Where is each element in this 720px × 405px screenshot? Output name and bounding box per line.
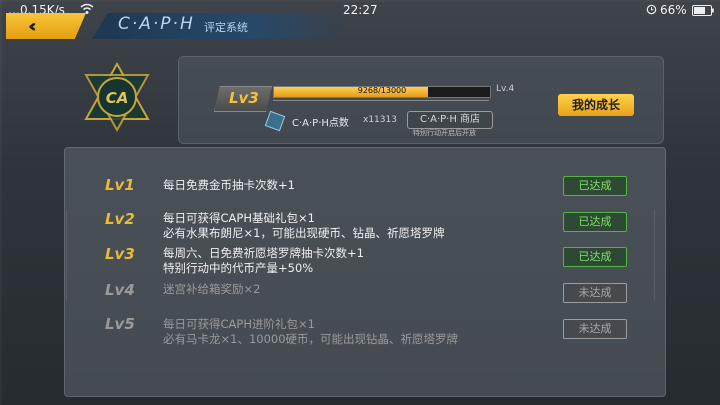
caph-points-count: x11313: [363, 115, 397, 125]
level-label: Lv4: [105, 281, 135, 299]
level-label: Lv5: [105, 315, 135, 333]
alarm-icon: [646, 3, 657, 18]
exp-progress-text: 9268/13000: [357, 86, 407, 95]
reward-line: 迷宫补给箱奖励×2: [163, 282, 261, 296]
reward-line: 必有水果布朗尼×1，可能出现硬币、钻晶、祈愿塔罗牌: [163, 226, 445, 240]
battery-icon: [692, 5, 714, 19]
page-title: C·A·P·H: [118, 14, 195, 34]
reward-line: 每周六、日免费祈愿塔罗牌抽卡次数+1: [163, 246, 364, 260]
status-achieved-badge: 已达成: [563, 247, 627, 267]
battery-percent: 66%: [660, 3, 687, 17]
svg-text:CA: CA: [106, 89, 129, 107]
exp-progress-bar: 9268/13000: [273, 86, 491, 98]
reward-line: 每日可获得CAPH基础礼包×1: [163, 211, 315, 225]
level-reward-list: Lv1 每日免费金币抽卡次数+1 已达成 Lv2 每日可获得CAPH基础礼包×1…: [64, 147, 666, 397]
reward-description: 迷宫补给箱奖励×2: [163, 282, 260, 297]
level-label: Lv1: [105, 176, 135, 194]
my-growth-button[interactable]: 我的成长: [558, 94, 634, 116]
reward-line: 特别行动中的代币产量+50%: [163, 261, 314, 275]
reward-description: 每周六、日免费祈愿塔罗牌抽卡次数+1 特别行动中的代币产量+50%: [163, 246, 364, 276]
caph-emblem-logo: CA: [84, 62, 150, 132]
current-level-text: Lv3: [229, 89, 259, 107]
current-level-badge: Lv3: [214, 86, 272, 112]
back-button[interactable]: ‹‹: [6, 13, 86, 39]
reward-description: 每日免费金币抽卡次数+1: [163, 178, 295, 193]
reward-line: 必有马卡龙×1、10000硬币，可能出现钻晶、祈愿塔罗牌: [163, 332, 459, 346]
status-pending-badge: 未达成: [563, 319, 627, 339]
reward-description: 每日可获得CAPH进阶礼包×1 必有马卡龙×1、10000硬币，可能出现钻晶、祈…: [163, 317, 458, 347]
status-pending-badge: 未达成: [563, 283, 627, 303]
next-level-label: Lv.4: [496, 84, 515, 94]
exp-underline: [273, 100, 489, 101]
level-label: Lv2: [105, 210, 135, 228]
reward-line: 每日免费金币抽卡次数+1: [163, 178, 295, 192]
status-achieved-badge: 已达成: [563, 212, 627, 232]
double-chevron-left-icon: ‹‹: [28, 16, 37, 37]
status-achieved-badge: 已达成: [563, 176, 627, 196]
page-subtitle: 评定系统: [204, 21, 248, 34]
caph-shop-button[interactable]: C·A·P·H 商店: [407, 111, 493, 129]
caph-points-label: C·A·P·H点数: [292, 118, 349, 129]
reward-description: 每日可获得CAPH基础礼包×1 必有水果布朗尼×1，可能出现硬币、钻晶、祈愿塔罗…: [163, 211, 444, 241]
level-label: Lv3: [105, 245, 135, 263]
reward-line: 每日可获得CAPH进阶礼包×1: [163, 317, 315, 331]
shop-unlock-note: 特别行动开启后开放: [413, 129, 476, 137]
